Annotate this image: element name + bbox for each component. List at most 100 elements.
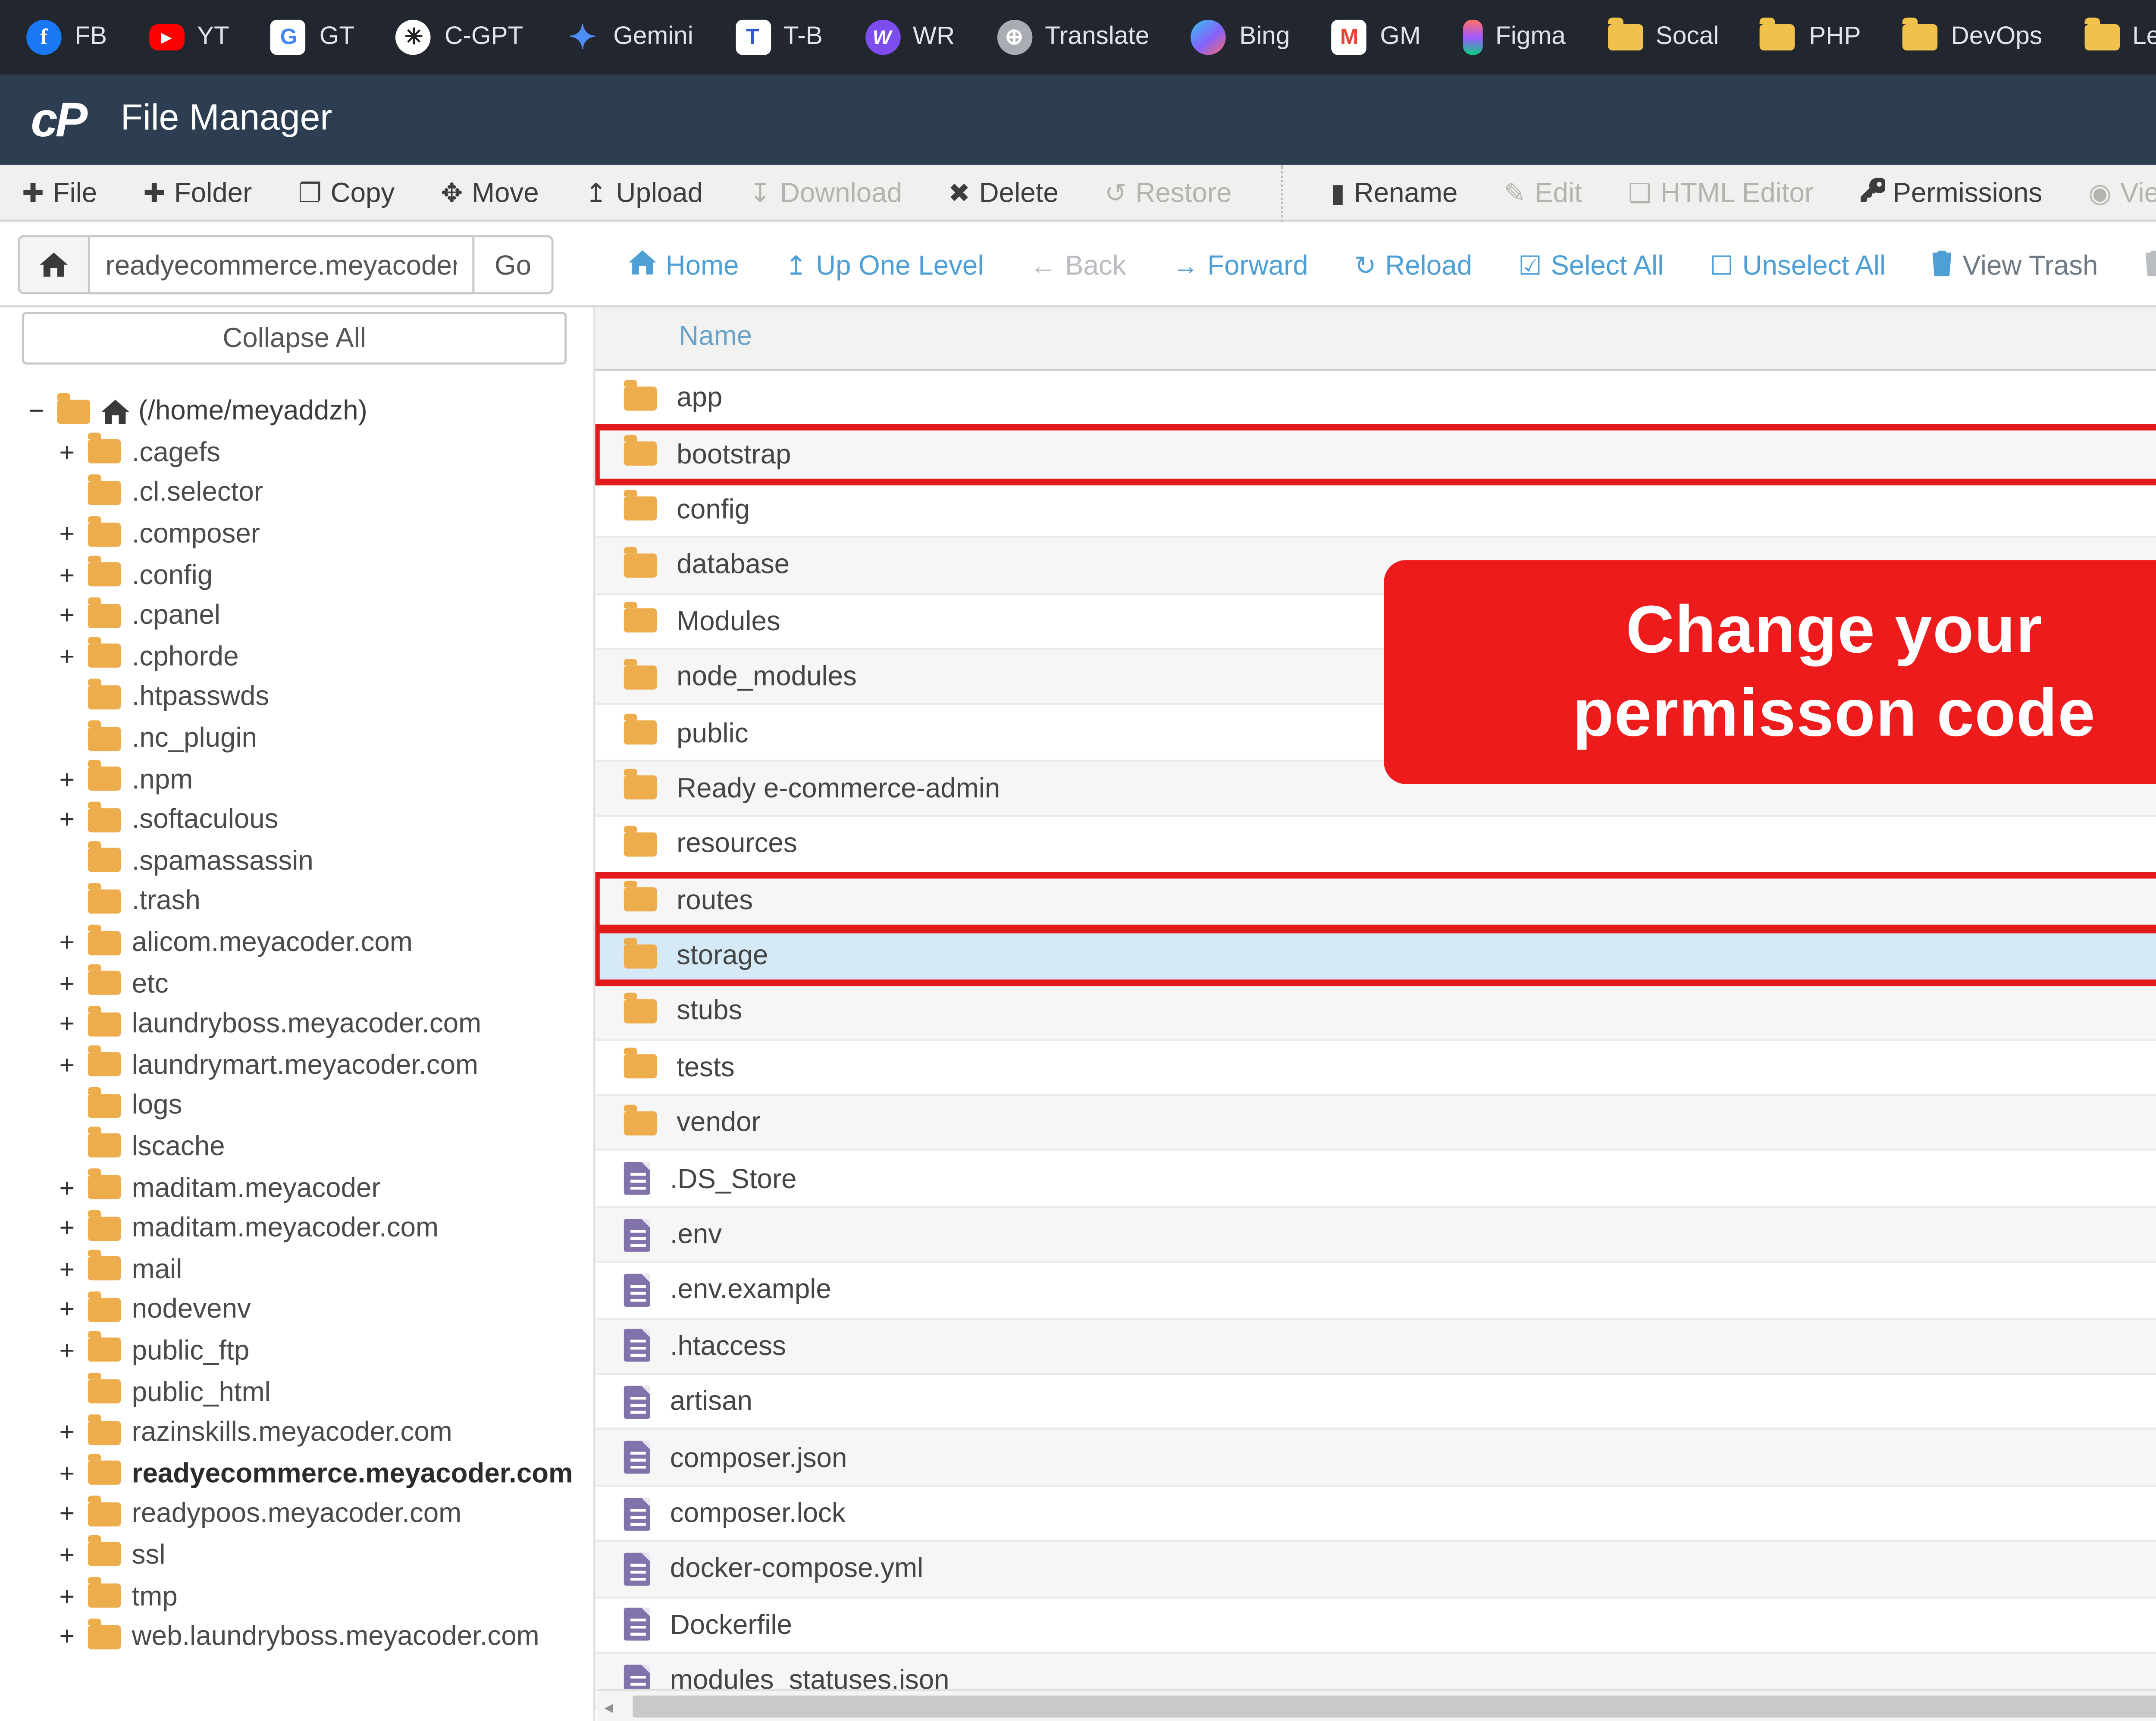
bookmark-item[interactable]: T T-B [735, 19, 823, 55]
tree-item-public-ftp[interactable]: + public_ftp [0, 1330, 593, 1371]
tree-item-.spamassassin[interactable]: .spamassassin [0, 840, 593, 881]
table-row[interactable]: app4 KBToday, 11:08 PMhttpd/unix-directo… [595, 371, 2156, 427]
bookmark-item[interactable]: W WR [864, 19, 955, 55]
toolbar-delete-button[interactable]: ✖ Delete [948, 177, 1059, 207]
tree-item-.nc-plugin[interactable]: .nc_plugin [0, 718, 593, 759]
bookmark-item[interactable]: Bing [1191, 19, 1290, 55]
bookmark-item[interactable]: Learning [2084, 17, 2156, 51]
tree-item-.cphorde[interactable]: + .cphorde [0, 636, 593, 677]
cell-name[interactable]: .htaccess [670, 1330, 786, 1361]
expand-plus-icon[interactable]: + [60, 804, 88, 835]
tree-item-razinskills.meyacoder.com[interactable]: + razinskills.meyacoder.com [0, 1412, 593, 1453]
expand-plus-icon[interactable]: + [60, 1172, 88, 1202]
toolbar-copy-button[interactable]: ❐ Copy [298, 177, 395, 207]
tree-item-.cl.selector[interactable]: .cl.selector [0, 472, 593, 513]
bookmark-item[interactable]: PHP [1761, 17, 1861, 51]
nav-home-link[interactable]: Home [628, 249, 739, 280]
bookmark-item[interactable]: M GM [1332, 19, 1421, 55]
cell-name[interactable]: Ready e-commerce-admin [677, 773, 1000, 804]
expand-plus-icon[interactable]: + [60, 1580, 88, 1611]
cell-name[interactable]: stubs [677, 996, 742, 1026]
column-header-name[interactable]: Name [679, 321, 752, 351]
tree-item-mail[interactable]: + mail [0, 1249, 593, 1289]
cell-name[interactable]: config [677, 494, 750, 525]
table-row[interactable]: vendor4 KBToday, 11:14 PMhttpd/unix-dire… [595, 1096, 2156, 1152]
tree-item-readypoos.meyacoder.com[interactable]: + readypoos.meyacoder.com [0, 1493, 593, 1534]
cell-name[interactable]: Dockerfile [670, 1609, 792, 1640]
cell-name[interactable]: bootstrap [677, 438, 791, 469]
nav-reload-link[interactable]: ↻ Reload [1354, 249, 1473, 280]
table-row[interactable]: tests4 KBToday, 11:11 PMhttpd/unix-direc… [595, 1040, 2156, 1096]
collapse-minus-icon[interactable]: − [28, 396, 57, 427]
cell-name[interactable]: .env.example [670, 1275, 831, 1305]
toolbar-rename-button[interactable]: ▮ Rename [1331, 177, 1458, 207]
table-row[interactable]: docker-compose.yml551 bytesToday, 9:00 P… [595, 1542, 2156, 1598]
toolbar-permissions-button[interactable]: Permissions [1860, 177, 2042, 207]
expand-plus-icon[interactable]: + [60, 600, 88, 631]
bookmark-item[interactable]: Figma [1462, 19, 1566, 55]
expand-plus-icon[interactable]: + [60, 763, 88, 794]
table-row[interactable]: config4 KBToday, 11:08 PMhttpd/unix-dire… [595, 482, 2156, 539]
cell-name[interactable]: database [677, 550, 790, 580]
cell-name[interactable]: composer.lock [670, 1498, 846, 1528]
tree-item-.softaculous[interactable]: + .softaculous [0, 799, 593, 840]
tree-item-web.laundryboss.meyacoder.com[interactable]: + web.laundryboss.meyacoder.com [0, 1616, 593, 1657]
tree-item-laundryboss.meyacoder.com[interactable]: + laundryboss.meyacoder.com [0, 1004, 593, 1045]
nav-select-all-link[interactable]: ☑ Select All [1518, 249, 1664, 280]
collapse-all-button[interactable]: Collapse All [22, 312, 567, 365]
table-row[interactable]: resources4 KBToday, 11:08 PMhttpd/unix-d… [595, 817, 2156, 873]
expand-plus-icon[interactable]: + [60, 1254, 88, 1284]
tree-item-ssl[interactable]: + ssl [0, 1534, 593, 1575]
expand-plus-icon[interactable]: + [60, 1008, 88, 1039]
cell-name[interactable]: resources [677, 829, 797, 859]
path-go-button[interactable]: Go [474, 235, 554, 294]
cell-name[interactable]: composer.json [670, 1442, 847, 1473]
toolbar-folder-button[interactable]: ✚ Folder [143, 177, 252, 207]
tree-item-.config[interactable]: + .config [0, 554, 593, 595]
expand-plus-icon[interactable]: + [60, 1213, 88, 1243]
tree-item-maditam.meyacoder.com[interactable]: + maditam.meyacoder.com [0, 1208, 593, 1249]
expand-plus-icon[interactable]: + [60, 519, 88, 549]
expand-plus-icon[interactable]: + [60, 1417, 88, 1448]
expand-plus-icon[interactable]: + [60, 559, 88, 590]
horizontal-scrollbar[interactable]: ◂ ▸ [597, 1689, 2156, 1721]
table-row[interactable]: artisan1.65 KBToday, 8:59 PMtext/x-gener… [595, 1375, 2156, 1431]
tree-item-.cpanel[interactable]: + .cpanel [0, 595, 593, 636]
table-row[interactable]: .env.example1.17 KBToday, 9:00 PMtext/x-… [595, 1263, 2156, 1319]
tree-item-readyecommerce.meyacoder.com[interactable]: + readyecommerce.meyacoder.com [0, 1453, 593, 1494]
bookmark-item[interactable]: DevOps [1902, 17, 2042, 51]
cell-name[interactable]: tests [677, 1052, 735, 1083]
table-row[interactable]: routes4 KBToday, 11:11 PMhttpd/unix-dire… [595, 870, 2156, 931]
bookmark-item[interactable]: ▶ YT [148, 24, 229, 51]
nav-unselect-all-link[interactable]: ☐ Unselect All [1710, 249, 1886, 280]
tree-item-lscache[interactable]: lscache [0, 1126, 593, 1167]
tree-item-etc[interactable]: + etc [0, 963, 593, 1004]
cell-name[interactable]: public [677, 717, 748, 748]
tree-item-.npm[interactable]: + .npm [0, 758, 593, 799]
nav-forward-link[interactable]: → Forward [1172, 249, 1308, 280]
tree-item-.trash[interactable]: .trash [0, 881, 593, 922]
bookmark-item[interactable]: G GT [271, 19, 354, 55]
expand-plus-icon[interactable]: + [60, 968, 88, 998]
tree-item-logs[interactable]: logs [0, 1085, 593, 1126]
cell-name[interactable]: .DS_Store [670, 1163, 797, 1194]
toolbar-upload-button[interactable]: ↥ Upload [585, 177, 703, 207]
cell-name[interactable]: vendor [677, 1108, 761, 1138]
expand-plus-icon[interactable]: + [60, 1540, 88, 1570]
table-row[interactable]: .env1.22 KBToday, 9:35 PMtext/x-generic0… [595, 1208, 2156, 1264]
scroll-left-arrow-icon[interactable]: ◂ [604, 1698, 613, 1718]
tree-item-tmp[interactable]: + tmp [0, 1575, 593, 1616]
cell-name[interactable]: .env [670, 1219, 722, 1250]
tree-item-nodevenv[interactable]: + nodevenv [0, 1289, 593, 1330]
expand-plus-icon[interactable]: + [60, 437, 88, 467]
cell-name[interactable]: storage [677, 940, 768, 971]
home-path-icon[interactable] [17, 235, 88, 294]
tree-item--home-meyaddzh-[interactable]: − (/home/meyaddzh) [0, 391, 593, 432]
tree-item-.htpasswds[interactable]: .htpasswds [0, 677, 593, 718]
bookmark-item[interactable]: ✳ C-GPT [396, 19, 523, 55]
nav-view-trash-link[interactable]: View Trash [1932, 249, 2098, 280]
tree-item-laundrymart.meyacoder.com[interactable]: + laundrymart.meyacoder.com [0, 1044, 593, 1085]
table-row[interactable]: Dockerfile469 bytesToday, 9:00 PMtext/x-… [595, 1598, 2156, 1654]
bookmark-item[interactable]: Socal [1607, 17, 1719, 51]
bookmark-item[interactable]: f FB [26, 19, 107, 55]
